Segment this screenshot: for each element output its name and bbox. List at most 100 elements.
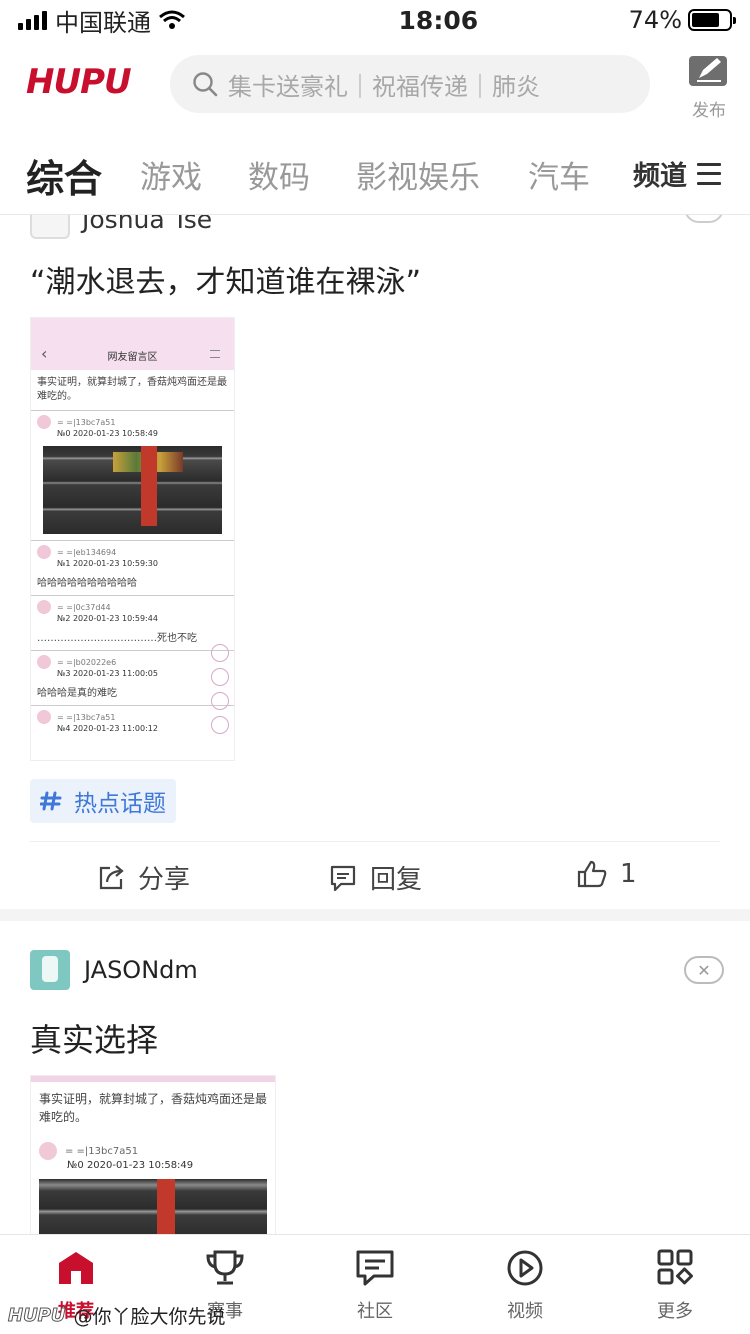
post2-dismiss-button[interactable]: ✕ — [684, 956, 724, 984]
post2-author[interactable]: JASONdm — [30, 950, 198, 990]
nav-community[interactable]: 社区 — [325, 1249, 425, 1323]
feed-list[interactable]: Joshua Tse “潮水退去，才知道谁在裸泳” ‹ 网友留言区 事实证明，就… — [0, 215, 750, 1234]
comment-number: №3 2020-01-23 11:00:05 — [57, 669, 158, 678]
nav-label: 更多 — [657, 1301, 693, 1322]
post2-title[interactable]: 真实选择 — [30, 1015, 158, 1061]
watermark-logo: HUPU — [8, 1305, 66, 1327]
comment-number: №1 2020-01-23 10:59:30 — [57, 559, 158, 568]
comment-text: 哈哈哈哈哈哈哈哈哈哈 — [37, 578, 137, 589]
avatar[interactable] — [30, 215, 70, 239]
post1-dismiss-button[interactable] — [684, 215, 724, 223]
status-bar: 中国联通 18:06 74% — [0, 0, 750, 40]
thumbs-up-icon — [577, 860, 607, 888]
carrier-label: 中国联通 — [55, 8, 151, 37]
search-placeholder: 集卡送豪礼｜祝福传递｜肺炎 — [228, 72, 540, 101]
avatar[interactable] — [30, 950, 70, 990]
avatar — [37, 415, 51, 429]
comment-uid: = =|0c37d44 — [57, 602, 111, 612]
close-icon: ✕ — [697, 960, 711, 980]
watermark: HUPU @你丫脸大你先说 — [8, 1302, 226, 1329]
nav-label: 社区 — [357, 1301, 393, 1322]
edit-icon — [689, 56, 727, 86]
trophy-icon — [206, 1250, 244, 1285]
list-item: = =|13bc7a51 №0 2020-01-23 10:58:49 — [31, 410, 234, 540]
comment-uid: = =|eb134694 — [57, 547, 117, 557]
comment-uid: = =|13bc7a51 — [57, 712, 116, 722]
channel-tabs: 综合 游戏 数码 影视娱乐 汽车 频道 — [0, 142, 750, 214]
comment-uid: = =|b02022e6 — [57, 657, 117, 667]
hashtag-chip[interactable]: 热点话题 — [30, 779, 176, 823]
avatar — [37, 655, 51, 669]
tab-entertainment[interactable]: 影视娱乐 — [356, 152, 480, 197]
share-icon — [99, 864, 124, 889]
tab-cars[interactable]: 汽车 — [528, 152, 590, 197]
tab-digital[interactable]: 数码 — [248, 152, 310, 197]
search-icon — [193, 72, 218, 97]
like-button[interactable]: 1 — [576, 859, 637, 889]
play-icon — [507, 1250, 543, 1286]
comment-number: №0 2020-01-23 10:58:49 — [57, 429, 158, 438]
post1-title[interactable]: “潮水退去，才知道谁在裸泳” — [30, 257, 421, 301]
comment-number: №4 2020-01-23 11:00:12 — [57, 724, 158, 733]
comment-icon — [330, 865, 356, 891]
avatar — [37, 600, 51, 614]
share-label: 分享 — [138, 865, 191, 895]
list-item: = =|13bc7a51 №4 2020-01-23 11:00:12 — [31, 705, 234, 735]
publish-button[interactable]: 发布 — [684, 54, 734, 121]
reply-button[interactable]: 回复 — [328, 859, 422, 896]
grid-icon — [657, 1249, 693, 1285]
chat-icon — [356, 1250, 394, 1286]
app-screen: 中国联通 18:06 74% HUPU 集卡送豪礼｜祝福传递｜肺炎 发布 综合 … — [0, 0, 750, 1334]
shelf-photo — [43, 446, 222, 534]
signal-icon — [18, 10, 47, 30]
hashtag-label: 热点话题 — [74, 791, 166, 817]
shelf-photo — [39, 1179, 267, 1234]
post1-author[interactable]: Joshua Tse — [30, 215, 212, 239]
screenshot-side-icons — [211, 644, 229, 734]
avatar — [39, 1142, 57, 1160]
hashtag-icon — [40, 791, 62, 811]
screenshot-intro: 事实证明，就算封城了，香菇炖鸡面还是最难吃的。 — [37, 377, 227, 402]
author-name[interactable]: Joshua Tse — [82, 215, 212, 234]
comment-text: 哈哈哈是真的难吃 — [37, 688, 117, 699]
watermark-text: @你丫脸大你先说 — [73, 1306, 226, 1328]
screenshot-intro: 事实证明，就算封城了，香菇炖鸡面还是最难吃的。 — [39, 1092, 268, 1124]
list-item: = =|b02022e6 №3 2020-01-23 11:00:05 哈哈哈是… — [31, 650, 234, 705]
comment-uid: = =|13bc7a51 — [57, 417, 116, 427]
share-button[interactable]: 分享 — [96, 859, 190, 896]
post-separator — [0, 909, 750, 921]
tab-comprehensive[interactable]: 综合 — [26, 148, 102, 203]
post1-divider — [30, 841, 720, 842]
reply-label: 回复 — [370, 865, 423, 895]
post2-image[interactable]: 事实证明，就算封城了，香菇炖鸡面还是最难吃的。 = =|13bc7a51 №0 … — [30, 1075, 276, 1234]
comment-number: №2 2020-01-23 10:59:44 — [57, 614, 158, 623]
battery-icon — [688, 9, 736, 31]
home-icon — [59, 1252, 93, 1284]
screenshot-title: 网友留言区 — [107, 352, 158, 363]
comment-uid: = =|13bc7a51 — [65, 1145, 139, 1157]
hupu-logo[interactable]: HUPU — [26, 62, 132, 102]
screenshot-topbar: ‹ 网友留言区 — [31, 318, 234, 370]
nav-video[interactable]: 视频 — [475, 1249, 575, 1323]
post1-image[interactable]: ‹ 网友留言区 事实证明，就算封城了，香菇炖鸡面还是最难吃的。 = =|13bc… — [30, 317, 235, 761]
author-name[interactable]: JASONdm — [84, 956, 198, 984]
avatar — [37, 545, 51, 559]
search-bar[interactable]: 集卡送豪礼｜祝福传递｜肺炎 — [170, 55, 650, 113]
publish-label: 发布 — [692, 101, 726, 121]
channels-label: 频道 — [633, 161, 687, 192]
wifi-icon — [159, 10, 185, 29]
channels-button[interactable]: 频道 — [633, 154, 721, 193]
comment-number: №0 2020-01-23 10:58:49 — [67, 1160, 194, 1171]
nav-more[interactable]: 更多 — [625, 1249, 725, 1323]
like-count: 1 — [620, 859, 637, 889]
top-header: HUPU 集卡送豪礼｜祝福传递｜肺炎 发布 — [0, 52, 750, 121]
menu-icon — [210, 350, 220, 358]
tab-games[interactable]: 游戏 — [140, 152, 202, 197]
nav-label: 视频 — [507, 1301, 543, 1322]
comment-text: ………………………………死也不吃 — [37, 633, 197, 644]
menu-icon — [697, 162, 721, 185]
avatar — [37, 710, 51, 724]
list-item: = =|0c37d44 №2 2020-01-23 10:59:44 ……………… — [31, 595, 234, 650]
clock: 18:06 — [398, 5, 479, 35]
list-item: = =|eb134694 №1 2020-01-23 10:59:30 哈哈哈哈… — [31, 540, 234, 595]
